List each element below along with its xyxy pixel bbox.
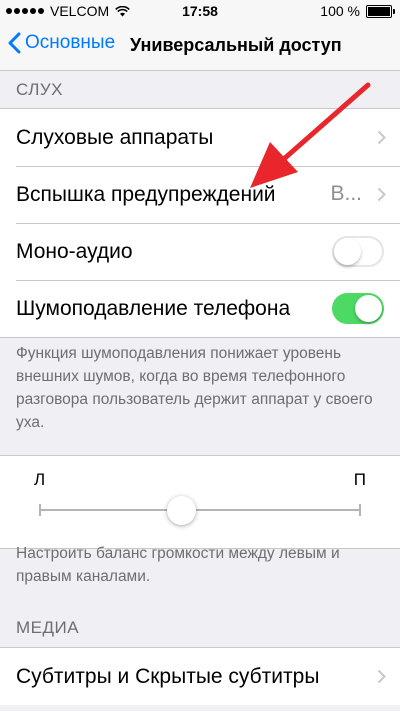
cell-label: Шумоподавление телефона [16, 296, 291, 320]
cell-label: Слуховые аппараты [16, 125, 214, 149]
cell-led-flash[interactable]: Вспышка предупреждений В... [0, 166, 400, 223]
media-group: Субтитры и Скрытые субтитры [0, 647, 400, 705]
balance-slider-track[interactable] [40, 509, 360, 511]
battery-icon [366, 4, 395, 18]
status-bar: VELCOM 17:58 100 % [0, 0, 400, 22]
nav-bar: Основные Универсальный доступ [0, 22, 400, 71]
page-title: Универсальный доступ [130, 35, 342, 55]
toggle-knob [355, 295, 382, 322]
cell-detail-value: В... [330, 182, 362, 205]
toggle-knob [334, 238, 361, 265]
cell-label: Моно-аудио [16, 239, 133, 263]
cell-label: Субтитры и Скрытые субтитры [16, 664, 320, 688]
cell-subtitles[interactable]: Субтитры и Скрытые субтитры [0, 648, 400, 705]
status-bar-right: 100 % [320, 3, 395, 19]
mono-audio-toggle[interactable] [332, 236, 384, 267]
balance-right-label: П [353, 470, 366, 489]
chevron-right-icon [377, 187, 386, 202]
cell-noise-cancellation: Шумоподавление телефона [0, 280, 400, 337]
section-header-hearing: СЛУХ [16, 80, 64, 99]
balance-footer: Настроить баланс громкости между левым и… [16, 545, 340, 585]
cell-label: Вспышка предупреждений [16, 182, 276, 206]
noise-cancellation-toggle[interactable] [332, 293, 384, 324]
balance-slider-group: Л П [0, 455, 400, 549]
battery-fill [368, 6, 390, 16]
chevron-right-icon [377, 130, 386, 145]
hearing-group: Слуховые аппараты Вспышка предупреждений… [0, 108, 400, 338]
cell-mono-audio: Моно-аудио [0, 223, 400, 280]
section-header-media: МЕДИА [16, 618, 80, 637]
chevron-left-icon [8, 32, 21, 54]
back-label: Основные [25, 32, 116, 53]
back-button[interactable]: Основные [8, 32, 115, 54]
noise-cancellation-footer: Функция шумоподавления понижает уровень … [16, 345, 373, 431]
chevron-right-icon [377, 669, 386, 684]
balance-slider-thumb[interactable] [166, 496, 196, 525]
battery-percent: 100 % [320, 3, 360, 19]
cell-hearing-aids[interactable]: Слуховые аппараты [0, 109, 400, 166]
balance-left-label: Л [34, 470, 46, 489]
